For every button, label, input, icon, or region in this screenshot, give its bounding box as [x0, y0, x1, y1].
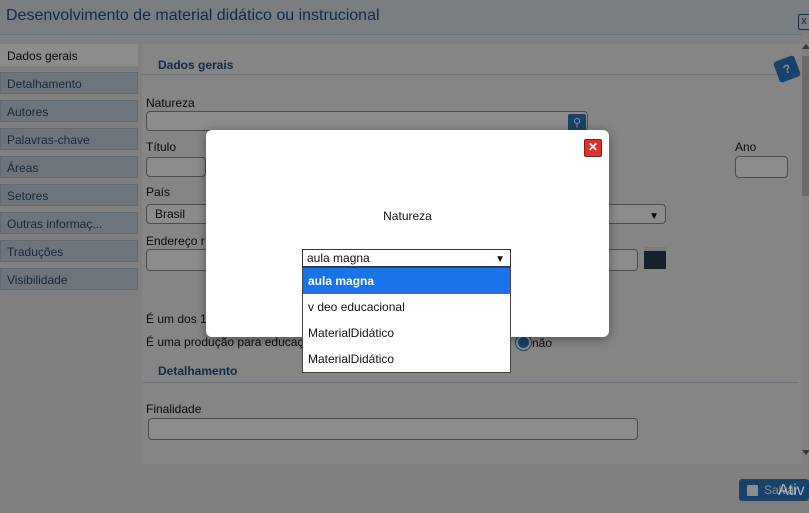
dialog-title: Natureza [383, 209, 432, 223]
natureza-select[interactable]: aula magna ▼ [302, 249, 511, 267]
dropdown-option[interactable]: v deo educacional [303, 294, 510, 320]
dropdown-option[interactable]: MaterialDidático [303, 346, 510, 372]
natureza-select-value: aula magna [307, 251, 370, 265]
dropdown-option[interactable]: aula magna [303, 268, 510, 294]
watermark-text: Ativ [778, 482, 805, 499]
chevron-down-icon: ▼ [495, 254, 505, 265]
natureza-dropdown: aula magna v deo educacional MaterialDid… [302, 267, 511, 373]
dropdown-option[interactable]: MaterialDidático [303, 320, 510, 346]
close-icon[interactable]: ✕ [584, 139, 602, 157]
